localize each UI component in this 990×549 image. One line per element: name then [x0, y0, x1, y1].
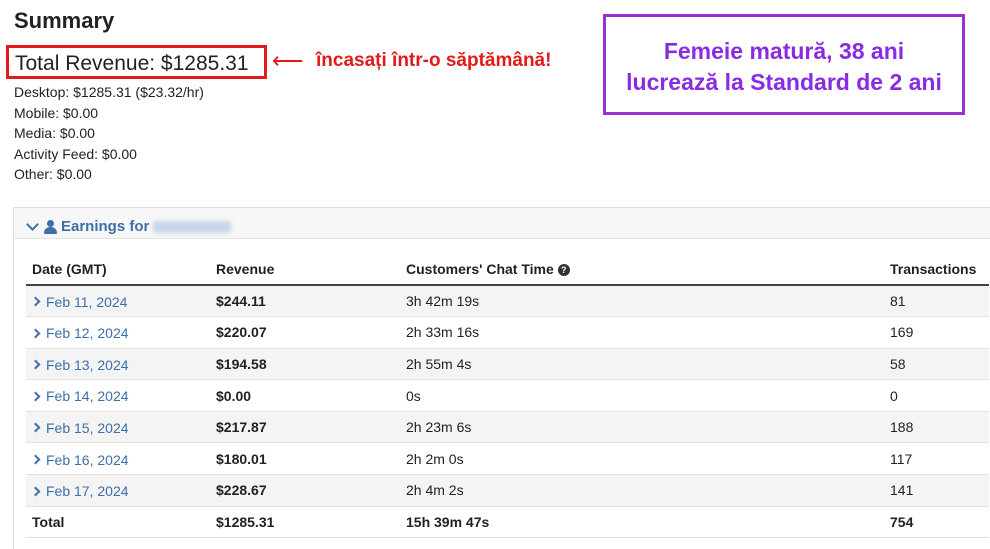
user-icon [44, 219, 57, 234]
earnings-panel: Earnings for Date (GMT) Revenue Customer… [13, 207, 990, 549]
chevron-right-icon [30, 391, 41, 402]
row-date-link[interactable]: Feb 13, 2024 [30, 356, 129, 373]
row-date: Feb 12, 2024 [46, 325, 129, 342]
table-row: Feb 11, 2024 $244.11 3h 42m 19s 81 [26, 285, 989, 318]
page-title: Summary [14, 8, 115, 33]
chevron-right-icon [30, 359, 41, 370]
row-date: Feb 13, 2024 [46, 356, 129, 373]
question-icon[interactable]: ? [557, 264, 570, 277]
row-revenue: $194.58 [210, 348, 400, 381]
row-date-link[interactable]: Feb 11, 2024 [30, 293, 128, 310]
column-header-date[interactable]: Date (GMT) [26, 254, 210, 286]
row-date: Feb 14, 2024 [46, 388, 129, 405]
table-header-row: Date (GMT) Revenue Customers' Chat Time?… [26, 254, 989, 286]
row-chat-time: 0s [400, 379, 884, 412]
row-revenue: $217.87 [210, 411, 400, 444]
table-row: Feb 14, 2024 $0.00 0s 0 [26, 379, 989, 412]
annotation-arrow: ⟵ [272, 48, 304, 73]
breakdown-desktop: Desktop: $1285.31 ($23.32/hr) [14, 84, 204, 100]
row-chat-time: 2h 23m 6s [400, 411, 884, 444]
row-date-link[interactable]: Feb 17, 2024 [30, 483, 129, 500]
total-revenue: Total Revenue: $1285.31 [15, 52, 249, 75]
total-label: Total [26, 506, 210, 539]
row-date: Feb 16, 2024 [46, 451, 129, 468]
earnings-panel-header[interactable]: Earnings for [14, 208, 990, 239]
row-revenue: $180.01 [210, 442, 400, 476]
row-transactions: 188 [884, 411, 989, 444]
row-date: Feb 15, 2024 [46, 419, 129, 436]
table-row: Feb 15, 2024 $217.87 2h 23m 6s 188 [26, 411, 989, 444]
row-transactions: 58 [884, 348, 989, 381]
chevron-right-icon [30, 486, 41, 497]
row-chat-time: 2h 55m 4s [400, 348, 884, 381]
row-revenue: $228.67 [210, 474, 400, 507]
row-transactions: 81 [884, 285, 989, 318]
row-date: Feb 11, 2024 [46, 293, 128, 310]
row-chat-time: 2h 2m 0s [400, 442, 884, 476]
breakdown-other: Other: $0.00 [14, 166, 92, 182]
chevron-right-icon [30, 422, 41, 433]
row-date: Feb 17, 2024 [46, 483, 129, 500]
annotation-purple-box: Femeie matură, 38 ani lucrează la Standa… [603, 14, 965, 115]
chevron-right-icon [30, 328, 41, 339]
total-revenue-cell: $1285.31 [210, 506, 400, 539]
breakdown-activity-feed: Activity Feed: $0.00 [14, 145, 137, 162]
row-chat-time: 2h 4m 2s [400, 474, 884, 507]
chevron-right-icon [30, 454, 41, 465]
chat-time-label: Customers' Chat Time [406, 261, 554, 277]
revenue-breakdown: Desktop: $1285.31 ($23.32/hr) Mobile: $0… [14, 82, 204, 185]
table-total-row: Total $1285.31 15h 39m 47s 754 [26, 506, 989, 539]
earnings-table: Date (GMT) Revenue Customers' Chat Time?… [26, 254, 989, 539]
breakdown-mobile: Mobile: $0.00 [14, 104, 99, 121]
row-transactions: 0 [884, 379, 989, 412]
row-date-link[interactable]: Feb 15, 2024 [30, 419, 129, 436]
total-revenue-highlight: Total Revenue: $1285.31 [6, 45, 267, 79]
column-header-transactions[interactable]: Transactions [884, 254, 989, 286]
table-row: Feb 12, 2024 $220.07 2h 33m 16s 169 [26, 316, 989, 349]
row-date-link[interactable]: Feb 16, 2024 [30, 451, 129, 468]
table-row: Feb 16, 2024 $180.01 2h 2m 0s 117 [26, 442, 989, 476]
column-header-revenue[interactable]: Revenue [210, 254, 400, 286]
row-chat-time: 2h 33m 16s [400, 316, 884, 349]
earnings-header-label: Earnings for [61, 218, 150, 235]
row-transactions: 169 [884, 316, 989, 349]
column-header-chat-time[interactable]: Customers' Chat Time? [400, 254, 884, 286]
annotation-purple-line2: lucrează la Standard de 2 ani [626, 69, 942, 95]
table-row: Feb 13, 2024 $194.58 2h 55m 4s 58 [26, 348, 989, 381]
chevron-down-icon[interactable] [26, 217, 39, 231]
table-row: Feb 17, 2024 $228.67 2h 4m 2s 141 [26, 474, 989, 507]
row-date-link[interactable]: Feb 14, 2024 [30, 388, 129, 405]
row-chat-time: 3h 42m 19s [400, 285, 884, 318]
row-revenue: $220.07 [210, 316, 400, 349]
annotation-red-text: încasați într-o săptămână! [316, 50, 552, 71]
row-date-link[interactable]: Feb 12, 2024 [30, 325, 129, 342]
row-revenue: $0.00 [210, 379, 400, 412]
blurred-username [153, 220, 232, 233]
total-transactions: 754 [884, 506, 989, 539]
annotation-purple-line1: Femeie matură, 38 ani [663, 38, 905, 64]
total-chat-time: 15h 39m 47s [400, 506, 884, 539]
row-transactions: 141 [884, 474, 989, 507]
breakdown-media: Media: $0.00 [14, 125, 95, 141]
chevron-right-icon [30, 296, 41, 307]
row-transactions: 117 [884, 442, 989, 476]
row-revenue: $244.11 [210, 285, 400, 318]
